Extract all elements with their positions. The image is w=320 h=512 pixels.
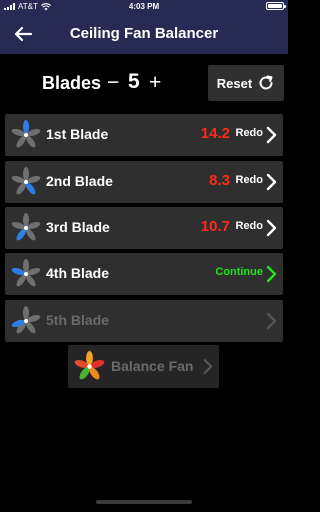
status-right: [266, 2, 286, 10]
reset-label: Reset: [216, 75, 253, 91]
blade-value: 14.2: [200, 125, 230, 142]
blades-label: Blades: [42, 73, 102, 93]
blade-label: 5th Blade: [46, 312, 110, 328]
redo-button[interactable]: Redo: [236, 127, 264, 139]
status-bar: AT&T 4:03 PM: [0, 0, 288, 14]
battery-icon: [266, 2, 286, 10]
fan-blade-5-icon: [11, 306, 41, 334]
decrement-button[interactable]: −: [107, 71, 119, 95]
refresh-icon: [259, 75, 273, 90]
status-time: 4:03 PM: [128, 2, 160, 11]
page-title: Ceiling Fan Balancer: [69, 25, 219, 42]
blade-row-2[interactable]: 2nd Blade 8.3 Redo: [5, 161, 283, 203]
fan-blade-3-icon: [11, 213, 41, 241]
balance-fan-button[interactable]: Balance Fan: [68, 345, 219, 388]
continue-button[interactable]: Continue: [215, 266, 263, 278]
reset-button[interactable]: Reset: [208, 65, 284, 101]
home-indicator: [96, 500, 192, 504]
blade-label: 2nd Blade: [46, 173, 113, 189]
blade-label: 3rd Blade: [46, 219, 110, 235]
nav-bar: Ceiling Fan Balancer: [0, 14, 288, 54]
blade-label: 4th Blade: [46, 265, 110, 281]
chevron-right-icon: [203, 358, 213, 375]
blade-label: 1st Blade: [46, 126, 109, 142]
redo-button[interactable]: Redo: [236, 174, 264, 186]
color-fan-icon: [74, 351, 105, 380]
balance-fan-label: Balance Fan: [111, 358, 194, 374]
chevron-right-icon: [266, 265, 277, 283]
blade-value: 8.3: [209, 172, 230, 189]
fan-blade-4-icon: [11, 259, 41, 287]
chevron-right-icon: [266, 312, 277, 330]
fan-blade-2-icon: [11, 167, 41, 195]
increment-button[interactable]: +: [149, 71, 161, 95]
fan-blade-1-icon: [11, 120, 41, 148]
blade-row-1[interactable]: 1st Blade 14.2 Redo: [5, 114, 283, 156]
chevron-right-icon: [266, 219, 277, 237]
redo-button[interactable]: Redo: [236, 220, 264, 232]
blade-row-3[interactable]: 3rd Blade 10.7 Redo: [5, 207, 283, 249]
blade-row-4[interactable]: 4th Blade Continue: [5, 253, 283, 295]
chevron-right-icon: [266, 126, 277, 144]
blade-count: 5: [128, 70, 140, 93]
blade-value: 10.7: [200, 218, 230, 235]
chevron-right-icon: [266, 173, 277, 191]
blade-row-5[interactable]: 5th Blade: [5, 300, 283, 342]
